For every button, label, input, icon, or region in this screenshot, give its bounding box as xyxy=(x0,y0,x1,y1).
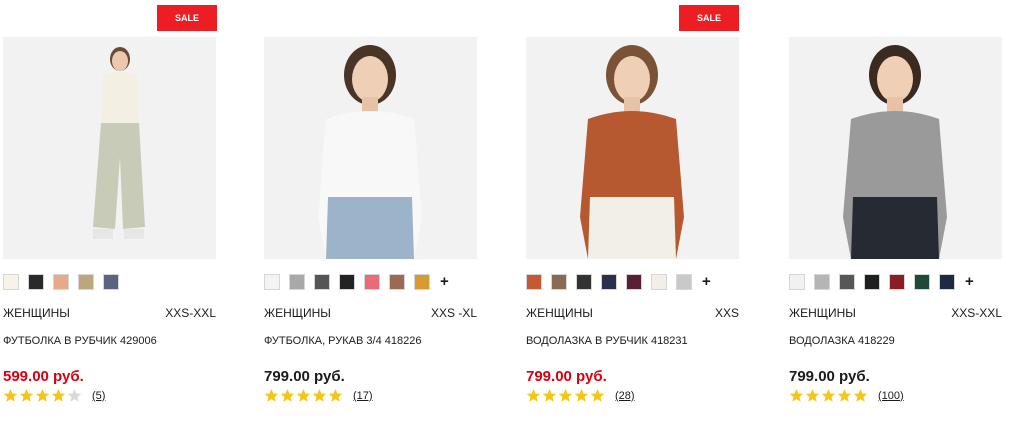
star-icon xyxy=(526,388,541,402)
color-swatch[interactable] xyxy=(676,274,692,290)
color-swatch[interactable] xyxy=(939,274,955,290)
product-card[interactable]: SALE + ЖЕНЩИНЫ XXS ВОДОЛАЗКА В РУБЧИК 418231… xyxy=(526,0,739,437)
product-price: 799.00 руб. xyxy=(789,368,870,385)
star-icon xyxy=(51,388,66,402)
star-icon xyxy=(805,388,820,402)
color-swatch[interactable] xyxy=(651,274,667,290)
color-swatch[interactable] xyxy=(839,274,855,290)
gender-label: ЖЕНЩИНЫ xyxy=(526,306,593,320)
star-icon xyxy=(542,388,557,402)
color-swatches: + xyxy=(789,273,974,291)
sale-badge: SALE xyxy=(679,5,739,31)
color-swatches: + xyxy=(526,273,711,291)
rating-stars xyxy=(264,388,344,403)
more-colors-button[interactable]: + xyxy=(965,274,974,290)
color-swatch[interactable] xyxy=(78,274,94,290)
rating: (17) xyxy=(264,388,373,403)
color-swatch[interactable] xyxy=(28,274,44,290)
product-card[interactable]: SALE ЖЕНЩИНЫ XXS-XXL ФУТБОЛКА В РУБЧИК 4290… xyxy=(3,0,217,437)
color-swatches xyxy=(3,273,128,291)
color-swatch[interactable] xyxy=(103,274,119,290)
size-range: XXS xyxy=(714,306,739,320)
rating: (5) xyxy=(3,388,105,403)
color-swatch[interactable] xyxy=(364,274,380,290)
color-swatch[interactable] xyxy=(389,274,405,290)
star-icon xyxy=(590,388,605,402)
review-count-link[interactable]: (5) xyxy=(92,390,105,402)
color-swatch[interactable] xyxy=(626,274,642,290)
product-image[interactable] xyxy=(264,37,477,259)
star-icon xyxy=(3,388,18,402)
rating-stars xyxy=(526,388,606,403)
size-range: XXS -XL xyxy=(430,306,477,320)
star-icon xyxy=(558,388,573,402)
size-range: XXS-XXL xyxy=(165,306,216,320)
color-swatches: + xyxy=(264,273,449,291)
rating-stars xyxy=(3,388,83,403)
color-swatch[interactable] xyxy=(289,274,305,290)
star-icon xyxy=(574,388,589,402)
product-name-link[interactable]: ВОДОЛАЗКА 418229 xyxy=(789,335,895,347)
color-swatch[interactable] xyxy=(551,274,567,290)
star-icon xyxy=(280,388,295,402)
product-price: 799.00 руб. xyxy=(526,368,607,385)
star-icon xyxy=(821,388,836,402)
gender-label: ЖЕНЩИНЫ xyxy=(789,306,856,320)
size-range: XXS-XXL xyxy=(951,306,1002,320)
color-swatch[interactable] xyxy=(526,274,542,290)
star-icon xyxy=(837,388,852,402)
star-icon xyxy=(853,388,868,402)
review-count-link[interactable]: (100) xyxy=(878,390,904,402)
color-swatch[interactable] xyxy=(314,274,330,290)
color-swatch[interactable] xyxy=(576,274,592,290)
color-swatch[interactable] xyxy=(789,274,805,290)
star-icon xyxy=(67,388,82,402)
rating: (28) xyxy=(526,388,635,403)
color-swatch[interactable] xyxy=(3,274,19,290)
gender-label: ЖЕНЩИНЫ xyxy=(3,306,70,320)
rating-stars xyxy=(789,388,869,403)
star-icon xyxy=(789,388,804,402)
color-swatch[interactable] xyxy=(53,274,69,290)
more-colors-button[interactable]: + xyxy=(702,274,711,290)
gender-label: ЖЕНЩИНЫ xyxy=(264,306,331,320)
product-price: 599.00 руб. xyxy=(3,368,84,385)
review-count-link[interactable]: (17) xyxy=(353,390,373,402)
color-swatch[interactable] xyxy=(339,274,355,290)
product-image[interactable] xyxy=(3,37,216,259)
product-name-link[interactable]: ВОДОЛАЗКА В РУБЧИК 418231 xyxy=(526,335,688,347)
product-image[interactable] xyxy=(789,37,1002,259)
star-icon xyxy=(296,388,311,402)
star-icon xyxy=(312,388,327,402)
product-name-link[interactable]: ФУТБОЛКА В РУБЧИК 429006 xyxy=(3,335,157,347)
star-icon xyxy=(35,388,50,402)
product-name-link[interactable]: ФУТБОЛКА, РУКАВ 3/4 418226 xyxy=(264,335,421,347)
star-icon xyxy=(264,388,279,402)
color-swatch[interactable] xyxy=(864,274,880,290)
more-colors-button[interactable]: + xyxy=(440,274,449,290)
product-price: 799.00 руб. xyxy=(264,368,345,385)
product-card[interactable]: + ЖЕНЩИНЫ XXS-XXL ВОДОЛАЗКА 418229 799.00 ру… xyxy=(789,0,1002,437)
color-swatch[interactable] xyxy=(914,274,930,290)
star-icon xyxy=(19,388,34,402)
sale-badge: SALE xyxy=(157,5,217,31)
star-icon xyxy=(328,388,343,402)
color-swatch[interactable] xyxy=(814,274,830,290)
color-swatch[interactable] xyxy=(414,274,430,290)
color-swatch[interactable] xyxy=(264,274,280,290)
product-card[interactable]: + ЖЕНЩИНЫ XXS -XL ФУТБОЛКА, РУКАВ 3/4 41822… xyxy=(264,0,477,437)
review-count-link[interactable]: (28) xyxy=(615,390,635,402)
rating: (100) xyxy=(789,388,904,403)
color-swatch[interactable] xyxy=(889,274,905,290)
product-image[interactable] xyxy=(526,37,739,259)
color-swatch[interactable] xyxy=(601,274,617,290)
